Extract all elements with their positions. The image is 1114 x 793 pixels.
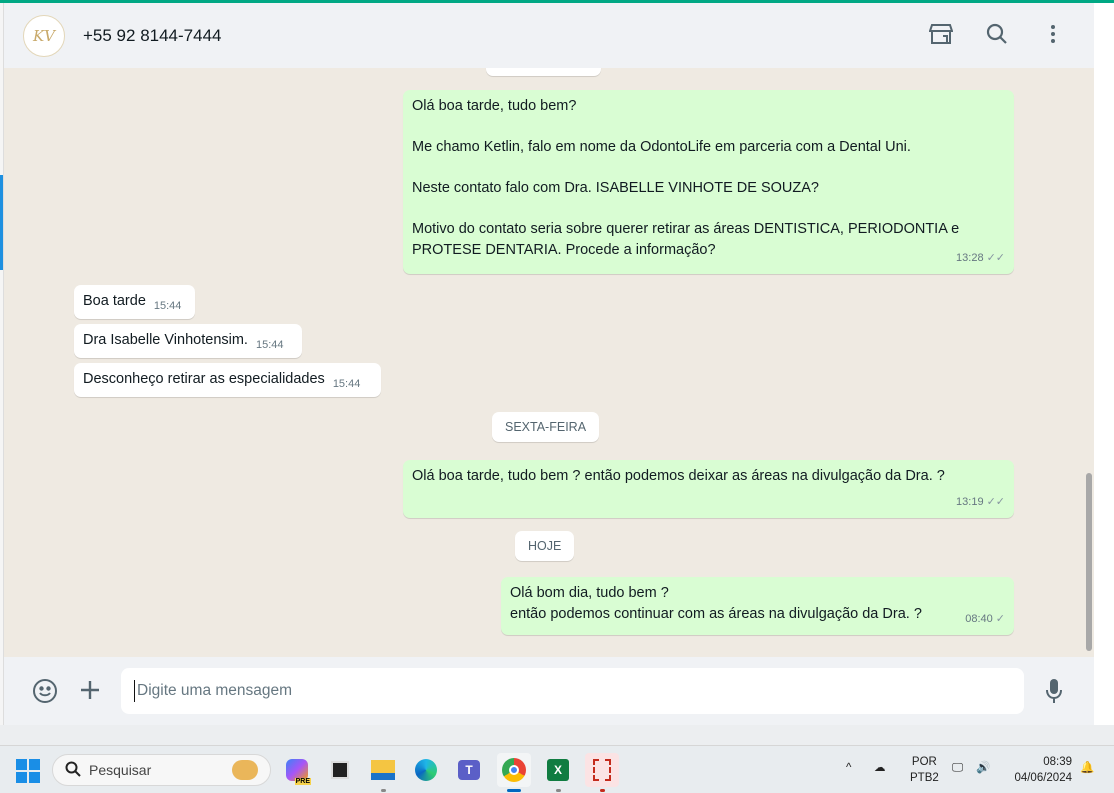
catalog-store-icon[interactable]: [928, 21, 954, 47]
message-line: então podemos continuar com as áreas na …: [510, 605, 922, 622]
message-line: Olá bom dia, tudo bem ?: [510, 585, 669, 601]
date-divider: SEXTA-FEIRA: [492, 412, 600, 442]
composer-bar: Digite uma mensagem: [4, 657, 1094, 725]
message-input-placeholder: Digite uma mensagem: [137, 682, 293, 699]
emoji-icon[interactable]: [32, 678, 58, 709]
message-input[interactable]: Digite uma mensagem: [121, 668, 1024, 714]
windows-start-icon[interactable]: [16, 759, 40, 788]
message-line: Neste contato falo com Dra. ISABELLE VIN…: [412, 180, 819, 196]
message-bubble-outgoing[interactable]: Olá bom dia, tudo bem ? então podemos co…: [501, 577, 1014, 635]
volume-icon[interactable]: 🔊: [976, 760, 990, 776]
message-line: Olá boa tarde, tudo bem?: [412, 98, 577, 114]
window-bottom-gap: [0, 725, 1114, 745]
message-bubble-incoming[interactable]: Desconheço retirar as especialidades 15:4…: [74, 363, 381, 397]
chat-panel: Olá boa tarde, tudo bem? Me chamo Ketlin…: [4, 68, 1094, 657]
message-line: PROTESE DENTARIA. Procede a informação?: [412, 241, 716, 258]
date-divider: HOJE: [515, 531, 575, 561]
message-time: 15:44: [255, 339, 284, 351]
double-check-icon: ✓✓: [986, 495, 1005, 508]
contact-name[interactable]: +55 92 8144-7444: [83, 26, 222, 46]
windows-taskbar: Pesquisar PRE T X ^ ☁ POR PTB2 🖵 🔊 08:39 0…: [0, 745, 1114, 793]
task-view-icon[interactable]: [323, 753, 357, 787]
search-icon: [65, 761, 81, 780]
menu-kebab-icon[interactable]: [1040, 21, 1066, 47]
clock[interactable]: 08:39 04/06/2024: [1008, 754, 1072, 786]
keyboard-layout: PTB2: [910, 772, 939, 784]
message-time: 13:28: [956, 251, 984, 264]
copilot-icon[interactable]: PRE: [280, 753, 314, 787]
message-text: Boa tarde: [83, 293, 146, 309]
message-time: 13:19: [956, 495, 984, 508]
scrollbar-thumb[interactable]: [1086, 473, 1092, 651]
clock-time: 08:39: [1043, 756, 1072, 768]
edge-icon[interactable]: [409, 753, 443, 787]
language-code: POR: [911, 756, 937, 768]
whatsapp-window: KV +55 92 8144-7444 Olá boa tarde, tudo …: [4, 3, 1094, 725]
message-line: Me chamo Ketlin, falo em nome da OdontoL…: [412, 139, 911, 155]
chat-header: KV +55 92 8144-7444: [4, 3, 1094, 68]
right-margin: [1094, 3, 1114, 725]
chat-scrollbar[interactable]: [1084, 68, 1094, 657]
message-bubble-incoming[interactable]: Boa tarde 15:44: [74, 285, 195, 319]
show-hidden-icons-chevron[interactable]: ^: [846, 760, 851, 776]
snipping-tool-icon[interactable]: [585, 753, 619, 792]
message-bubble-outgoing[interactable]: Olá boa tarde, tudo bem? Me chamo Ketlin…: [403, 90, 1014, 274]
attach-plus-icon[interactable]: [79, 679, 101, 706]
chrome-icon[interactable]: [497, 753, 531, 792]
copilot-badge: PRE: [294, 778, 311, 785]
teams-icon[interactable]: T: [452, 753, 486, 787]
taskbar-search[interactable]: Pesquisar: [52, 754, 271, 786]
message-text: Olá boa tarde, tudo bem ? então podemos …: [412, 468, 945, 484]
message-bubble-incoming[interactable]: Dra Isabelle Vinhotensim. 15:44: [74, 324, 302, 358]
left-highlight: [0, 175, 3, 270]
single-check-icon: ✓: [995, 612, 1005, 625]
contact-avatar[interactable]: KV: [23, 14, 65, 57]
date-divider-hidden: [486, 68, 601, 76]
search-highlight-icon: [232, 760, 258, 780]
message-time: 15:44: [153, 300, 182, 312]
clock-date: 04/06/2024: [1014, 772, 1072, 784]
message-text: Dra Isabelle Vinhotensim.: [83, 332, 248, 348]
network-icon[interactable]: 🖵: [952, 760, 963, 776]
search-icon[interactable]: [984, 21, 1010, 47]
excel-icon[interactable]: X: [541, 753, 575, 792]
file-explorer-icon[interactable]: [366, 753, 400, 792]
microphone-icon[interactable]: [1045, 678, 1063, 709]
onedrive-offline-icon[interactable]: ☁: [874, 760, 886, 776]
search-placeholder: Pesquisar: [89, 762, 152, 778]
double-check-icon: ✓✓: [986, 251, 1005, 264]
message-time: 08:40: [965, 612, 993, 625]
message-text: Desconheço retirar as especialidades: [83, 371, 325, 387]
message-line: Motivo do contato seria sobre querer ret…: [412, 221, 960, 237]
message-bubble-outgoing[interactable]: Olá boa tarde, tudo bem ? então podemos …: [403, 460, 1014, 518]
input-language[interactable]: POR PTB2: [910, 754, 939, 786]
message-time: 15:44: [332, 378, 361, 390]
notification-bell-icon[interactable]: 🔔: [1080, 760, 1094, 776]
